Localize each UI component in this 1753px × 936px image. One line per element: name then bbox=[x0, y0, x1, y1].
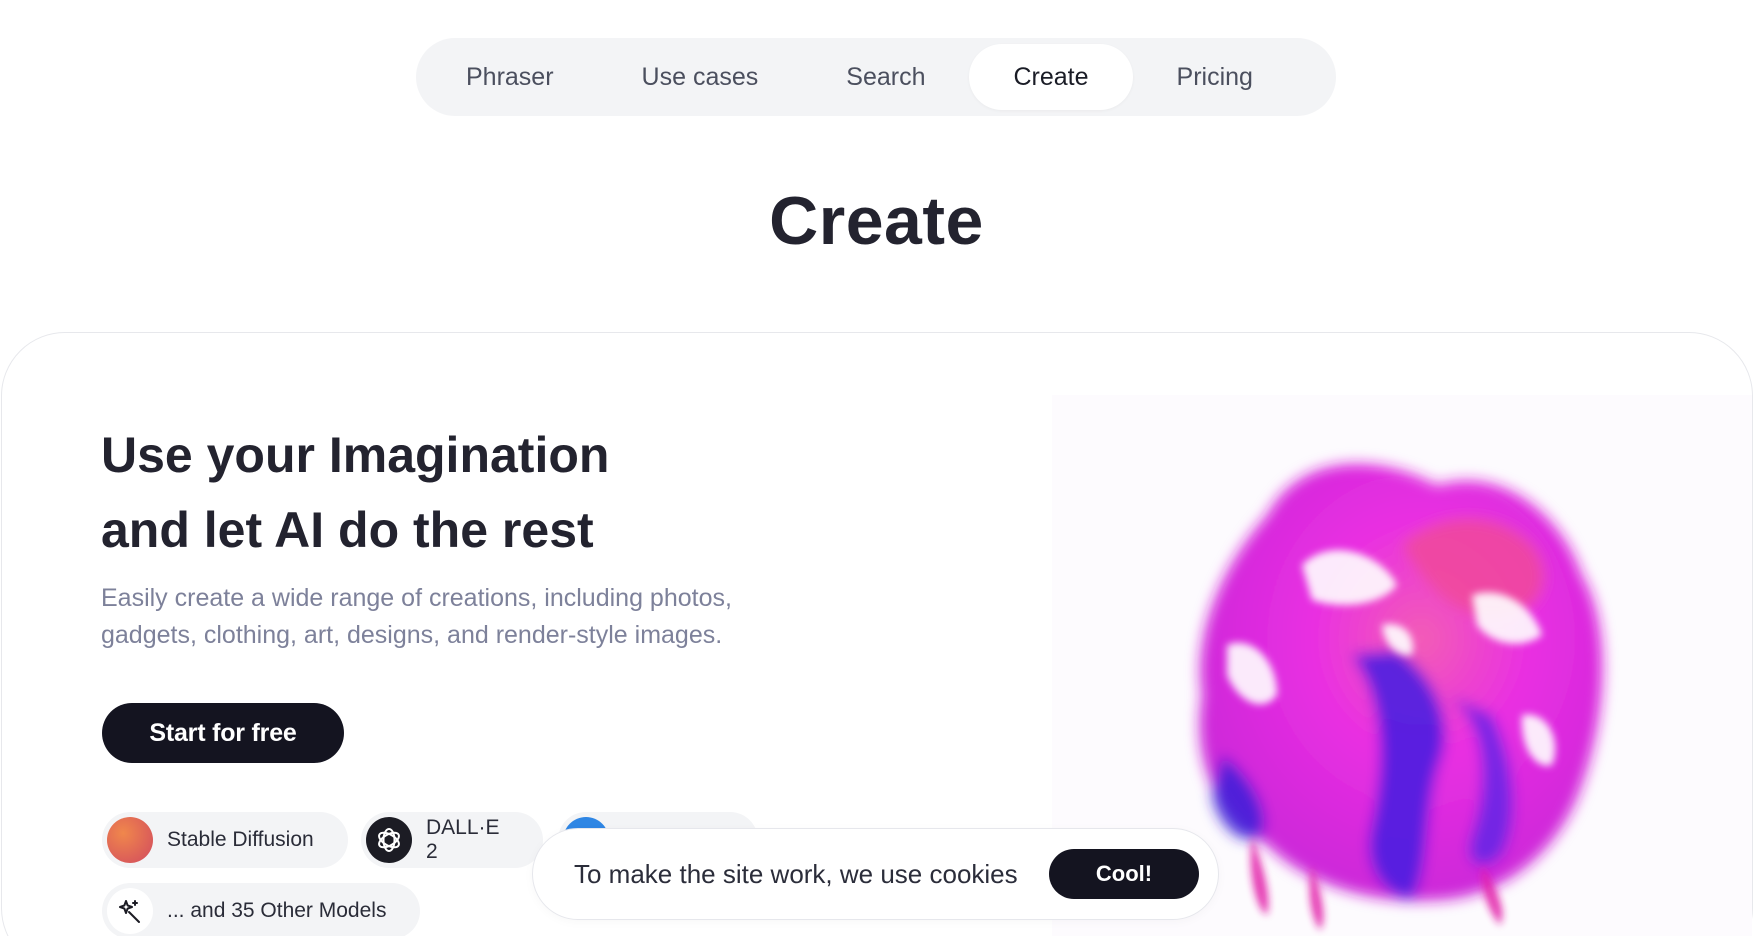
nav-item-phraser[interactable]: Phraser bbox=[422, 44, 598, 110]
hero-title-line-2: and let AI do the rest bbox=[101, 502, 594, 558]
top-nav: Phraser Use cases Search Create Pricing bbox=[416, 38, 1336, 116]
nav-item-create[interactable]: Create bbox=[969, 44, 1133, 110]
cookie-accept-button[interactable]: Cool! bbox=[1049, 849, 1199, 899]
model-chip-stable-diffusion[interactable]: Stable Diffusion bbox=[102, 812, 348, 868]
model-chip-label: DALL·E 2 bbox=[426, 816, 500, 863]
page-title: Create bbox=[769, 183, 984, 259]
model-chip-label: Stable Diffusion bbox=[167, 828, 314, 851]
nav-item-search[interactable]: Search bbox=[802, 44, 969, 110]
hero-subtitle: Easily create a wide range of creations,… bbox=[101, 580, 821, 654]
nav-item-use-cases[interactable]: Use cases bbox=[598, 44, 803, 110]
nav-item-pricing[interactable]: Pricing bbox=[1133, 44, 1297, 110]
start-for-free-button[interactable]: Start for free bbox=[102, 703, 344, 763]
cookie-banner: To make the site work, we use cookies Co… bbox=[532, 828, 1219, 920]
hero-title: Use your Imagination and let AI do the r… bbox=[101, 418, 821, 568]
model-chip-other-models[interactable]: ... and 35 Other Models bbox=[102, 883, 420, 936]
model-chip-dalle-2[interactable]: DALL·E 2 bbox=[361, 812, 543, 868]
cookie-text: To make the site work, we use cookies bbox=[574, 858, 1018, 889]
hero-subtitle-line-2: gadgets, clothing, art, designs, and ren… bbox=[101, 621, 723, 649]
page: Phraser Use cases Search Create Pricing … bbox=[0, 0, 1753, 936]
model-chip-label: ... and 35 Other Models bbox=[167, 899, 387, 922]
magic-wand-icon bbox=[107, 888, 153, 934]
stable-diffusion-logo-icon bbox=[107, 817, 153, 863]
openai-logo-icon bbox=[366, 817, 412, 863]
hero-title-line-1: Use your Imagination bbox=[101, 427, 610, 483]
hero-subtitle-line-1: Easily create a wide range of creations,… bbox=[101, 584, 732, 612]
